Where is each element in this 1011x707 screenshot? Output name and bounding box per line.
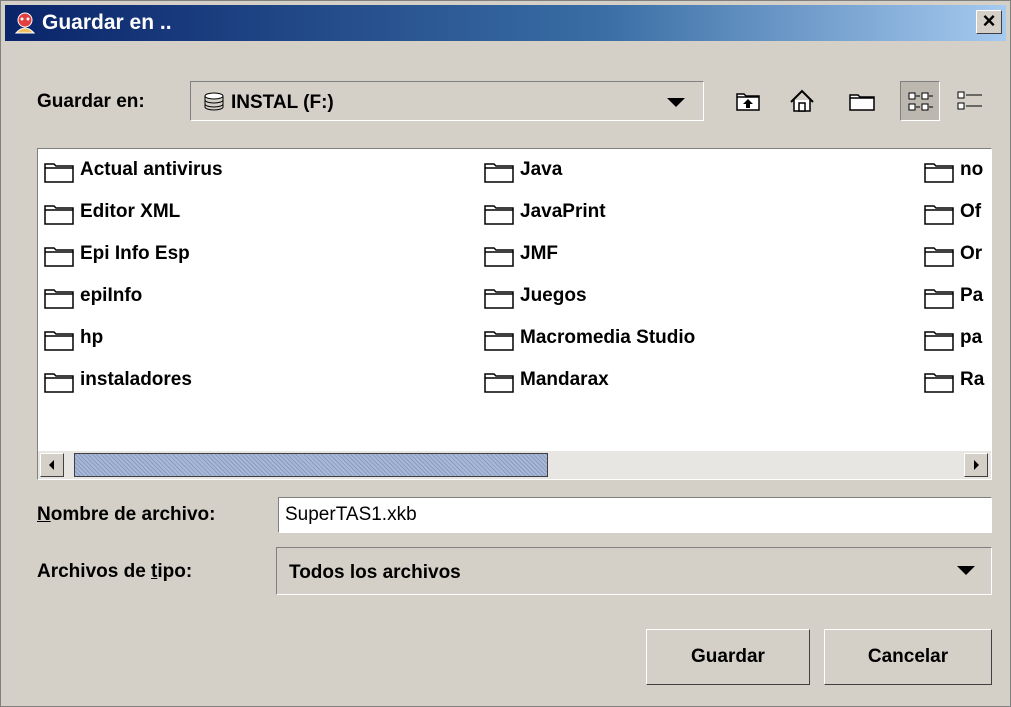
scroll-right-button[interactable] [964,453,988,477]
file-name: pa [960,327,983,348]
folder-icon [44,331,74,351]
folder-icon [924,331,954,351]
arrow-right-icon [974,460,979,470]
app-icon [14,12,36,34]
file-name: Or [960,243,983,264]
chevron-down-icon [957,566,975,575]
folder-icon [44,163,74,183]
cancel-button[interactable]: Cancelar [824,629,992,685]
folder-icon [924,247,954,267]
title-bar[interactable]: Guardar en .. × [5,5,1006,41]
folder-icon [924,373,954,393]
scroll-left-button[interactable] [40,453,64,477]
location-combo[interactable]: INSTAL (F:) [190,81,704,121]
file-name: JavaPrint [520,201,606,222]
details-view-button[interactable] [950,81,990,121]
folder-icon [484,289,514,309]
scroll-thumb[interactable] [74,453,548,477]
save-in-label: Guardar en: [37,91,145,112]
filetype-label: Archivos de tipo: [37,561,193,582]
new-folder-button[interactable] [842,81,882,121]
file-name: hp [80,327,104,348]
save-button[interactable]: Guardar [646,629,810,685]
file-name: no [960,159,984,180]
file-name: Of [960,201,982,222]
window-title: Guardar en .. [42,11,172,34]
folder-icon [484,205,514,225]
details-view-icon [957,91,982,110]
folder-icon [924,289,954,309]
folder-icon [484,373,514,393]
location-value: INSTAL (F:) [231,92,334,113]
folder-icon [484,331,514,351]
save-dialog: Guardar en .. × Guardar en: INSTAL (F:) [0,0,1011,707]
file-name: epiInfo [80,285,143,306]
filename-label: Nombre de archivo: [37,504,216,525]
close-button[interactable]: × [976,10,1002,34]
folder-icon [924,163,954,183]
folder-icon [44,373,74,393]
file-name: Actual antivirus [80,159,223,180]
file-name: Pa [960,285,984,306]
new-folder-icon [849,94,875,111]
filename-field[interactable] [278,497,992,533]
home-button[interactable] [782,81,822,121]
file-name: Mandarax [520,369,609,390]
file-name: Juegos [520,285,587,306]
list-view-icon [908,92,933,111]
folder-icon [484,247,514,267]
file-name: JMF [520,243,558,264]
file-name: Epi Info Esp [80,243,190,264]
filetype-combo[interactable]: Todos los archivos [276,547,992,595]
home-icon [790,89,814,112]
file-list[interactable]: Actual antivirus Editor XML Epi Info Esp ep… [37,148,992,480]
up-folder-button[interactable] [728,81,768,121]
close-icon: × [982,8,996,33]
filetype-value: Todos los archivos [289,562,461,583]
folder-icon [44,247,74,267]
folder-icon [44,205,74,225]
file-name: instaladores [80,369,192,390]
drive-icon [204,92,224,111]
file-name: Ra [960,369,985,390]
chevron-down-icon [667,98,685,107]
file-name: Java [520,159,563,180]
folder-icon [484,163,514,183]
filename-input[interactable] [285,504,975,526]
up-folder-icon [736,93,760,111]
file-name: Editor XML [80,201,181,222]
horizontal-scrollbar[interactable] [38,451,991,479]
arrow-left-icon [49,460,54,470]
file-name: Macromedia Studio [520,327,696,348]
folder-icon [924,205,954,225]
list-view-button[interactable] [900,81,940,121]
folder-icon [44,289,74,309]
